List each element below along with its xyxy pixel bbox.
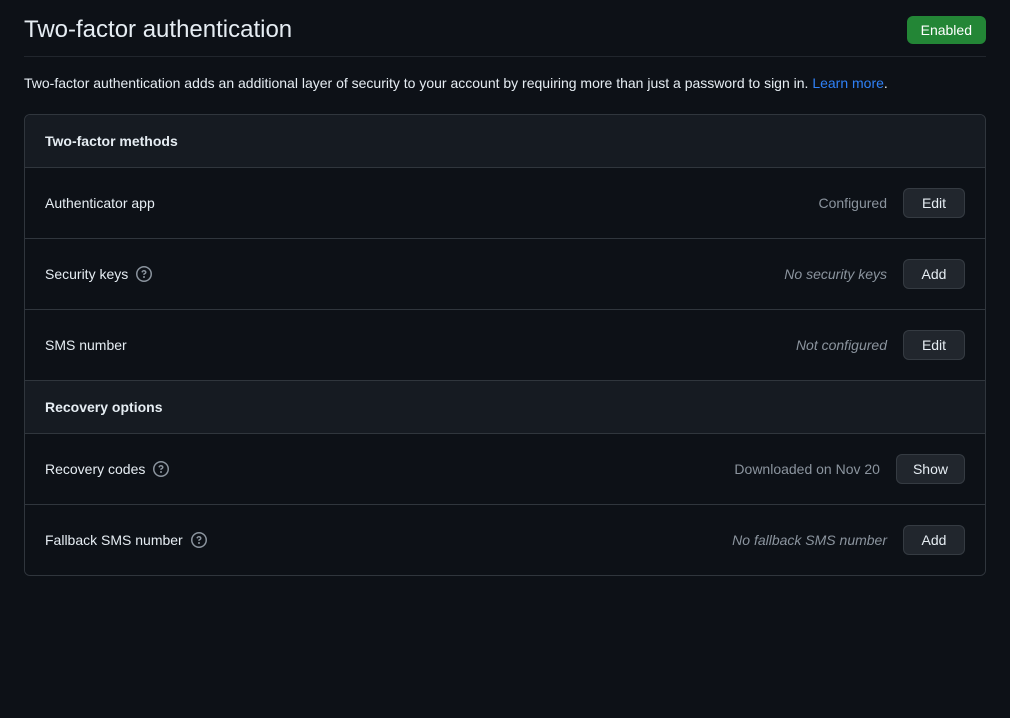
method-label: Security keys (45, 266, 128, 282)
recovery-status: No fallback SMS number (732, 532, 887, 548)
show-recovery-codes-button[interactable]: Show (896, 454, 965, 484)
edit-authenticator-button[interactable]: Edit (903, 188, 965, 218)
recovery-heading: Recovery options (25, 381, 985, 434)
method-label: SMS number (45, 337, 127, 353)
method-status: Not configured (796, 337, 887, 353)
info-icon[interactable] (136, 266, 152, 282)
recovery-label: Fallback SMS number (45, 532, 183, 548)
info-icon[interactable] (191, 532, 207, 548)
method-row-authenticator: Authenticator app Configured Edit (25, 168, 985, 239)
settings-panel: Two-factor methods Authenticator app Con… (24, 114, 986, 576)
page-description: Two-factor authentication adds an additi… (24, 73, 986, 94)
recovery-label: Recovery codes (45, 461, 145, 477)
status-badge: Enabled (907, 16, 986, 44)
info-icon[interactable] (153, 461, 169, 477)
methods-heading: Two-factor methods (25, 115, 985, 168)
page-header: Two-factor authentication Enabled (24, 16, 986, 57)
method-label: Authenticator app (45, 195, 155, 211)
recovery-row-fallback-sms: Fallback SMS number No fallback SMS numb… (25, 505, 985, 575)
description-text: Two-factor authentication adds an additi… (24, 75, 812, 91)
method-row-sms: SMS number Not configured Edit (25, 310, 985, 381)
add-security-key-button[interactable]: Add (903, 259, 965, 289)
page-title: Two-factor authentication (24, 16, 292, 44)
method-row-security-keys: Security keys No security keys Add (25, 239, 985, 310)
recovery-row-codes: Recovery codes Downloaded on Nov 20 Show (25, 434, 985, 505)
recovery-status: Downloaded on Nov 20 (734, 461, 880, 477)
learn-more-link[interactable]: Learn more (812, 75, 884, 91)
edit-sms-button[interactable]: Edit (903, 330, 965, 360)
add-fallback-sms-button[interactable]: Add (903, 525, 965, 555)
description-suffix: . (884, 75, 888, 91)
method-status: Configured (819, 195, 888, 211)
method-status: No security keys (784, 266, 887, 282)
